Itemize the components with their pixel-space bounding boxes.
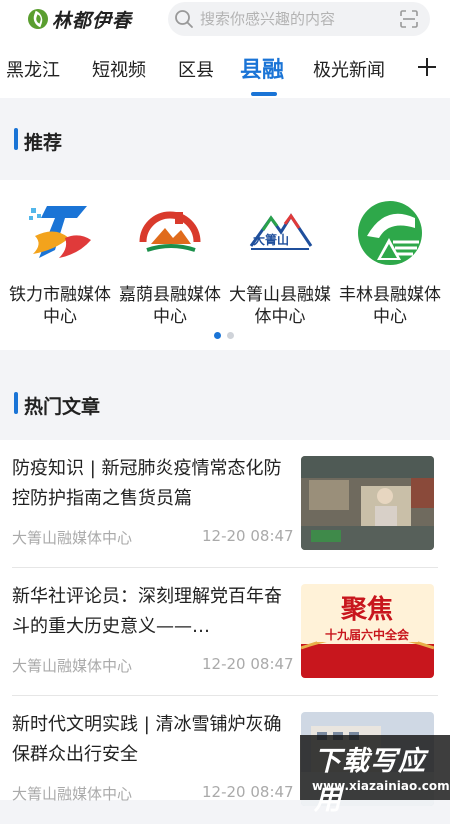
recommend-item-name: 大箐山县融媒 体中心 <box>229 285 331 327</box>
article-time: 12-20 08:47 <box>202 783 294 801</box>
tab-heilongjiang[interactable]: 黑龙江 <box>6 56 60 82</box>
top-bar: 林都伊春 <box>0 0 450 40</box>
article-title[interactable]: 防疫知识 | 新冠肺炎疫情常态化防控防护指南之售货员篇 <box>12 454 287 514</box>
recommend-item-name: 铁力市融媒体 中心 <box>9 285 111 327</box>
section-title-recommend: 推荐 <box>24 132 63 154</box>
watermark-url: www.xiazainiao.com <box>312 779 450 793</box>
app-logo[interactable]: 林都伊春 <box>28 6 132 32</box>
article-time: 12-20 08:47 <box>202 527 294 545</box>
search-bar[interactable] <box>168 2 430 36</box>
section-accent-bar <box>14 392 18 414</box>
thumbnail-headline: 聚焦 <box>340 594 393 625</box>
carousel-dot-active[interactable] <box>214 332 221 339</box>
recommend-item-name: 嘉荫县融媒体 中心 <box>119 285 221 327</box>
channel-tabs: 黑龙江 短视频 区县 县融 极光新闻 <box>0 40 450 98</box>
article-item[interactable]: 防疫知识 | 新冠肺炎疫情常态化防控防护指南之售货员篇 大箐山融媒体中心 12-… <box>0 440 450 568</box>
watermark-logo: 下载写应用 <box>314 746 426 816</box>
article-source: 大箐山融媒体中心 <box>12 657 133 675</box>
carousel-pagination <box>214 332 234 339</box>
article-source: 大箐山融媒体中心 <box>12 529 133 547</box>
article-title[interactable]: 新华社评论员：深刻理解党百年奋斗的重大历史意义——… <box>12 582 287 642</box>
article-thumbnail[interactable]: 聚焦 十九届六中全会 <box>301 584 434 678</box>
dajingshan-logo-icon: 大箐山 <box>245 198 315 268</box>
thumbnail-subheadline: 十九届六中全会 <box>325 627 410 642</box>
hot-section-header: 热门文章 <box>0 350 450 440</box>
recommend-item[interactable]: 丰林县融媒体 中心 <box>334 198 446 328</box>
tab-county-media[interactable]: 县融 <box>240 52 284 84</box>
tab-aurora-news[interactable]: 极光新闻 <box>313 56 385 82</box>
article-item[interactable]: 新华社评论员：深刻理解党百年奋斗的重大历史意义——… 大箐山融媒体中心 12-2… <box>0 568 450 696</box>
article-time: 12-20 08:47 <box>202 655 294 673</box>
watermark: 下载写应用 www.xiazainiao.com <box>300 735 450 816</box>
recommend-item[interactable]: 嘉荫县融媒体 中心 <box>114 198 226 328</box>
article-title[interactable]: 新时代文明实践 | 清冰雪铺炉灰确保群众出行安全 <box>12 710 287 770</box>
section-title-hot: 热门文章 <box>24 396 101 418</box>
search-icon <box>175 10 193 28</box>
recommend-item[interactable]: 大箐山 大箐山县融媒 体中心 <box>224 198 336 328</box>
search-input[interactable] <box>200 2 390 36</box>
leaf-logo-icon <box>28 9 48 29</box>
add-channel-icon[interactable] <box>416 56 438 78</box>
app-logo-text: 林都伊春 <box>52 9 133 32</box>
active-tab-indicator <box>251 92 277 96</box>
tab-short-video[interactable]: 短视频 <box>92 56 146 82</box>
recommend-section-header: 推荐 <box>0 98 450 180</box>
recommend-carousel[interactable]: 铁力市融媒体 中心 嘉荫县融媒体 中心 大箐山 大箐山县融媒 体中心 丰林县融媒… <box>0 180 450 350</box>
tab-district[interactable]: 区县 <box>178 56 214 82</box>
jiayin-logo-icon <box>135 198 205 268</box>
section-accent-bar <box>14 128 18 150</box>
recommend-item-name: 丰林县融媒体 中心 <box>339 285 441 327</box>
fenglin-logo-icon <box>355 198 425 268</box>
svg-text:大箐山: 大箐山 <box>253 232 289 247</box>
article-source: 大箐山融媒体中心 <box>12 785 133 803</box>
article-thumbnail[interactable] <box>301 456 434 550</box>
carousel-dot[interactable] <box>227 332 234 339</box>
tieli-logo-icon <box>25 198 95 268</box>
recommend-item[interactable]: 铁力市融媒体 中心 <box>4 198 116 328</box>
scan-icon[interactable] <box>400 10 418 28</box>
